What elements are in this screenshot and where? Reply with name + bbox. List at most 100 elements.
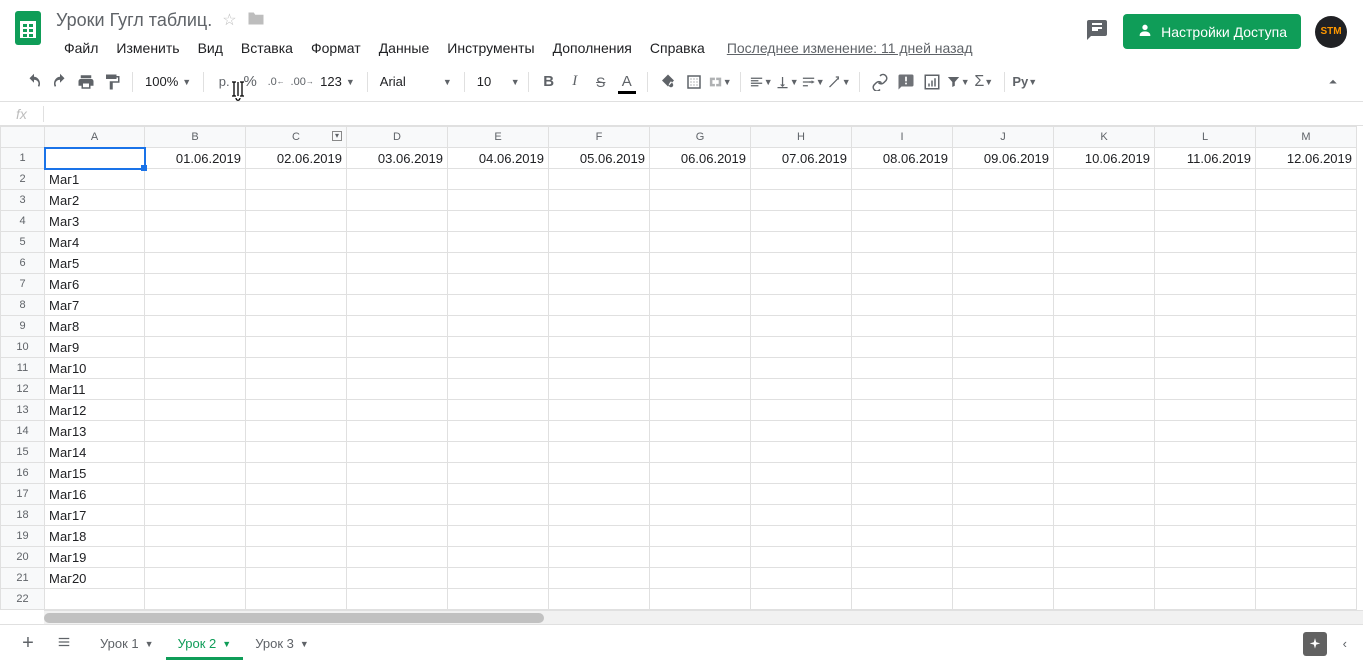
cell-A17[interactable]: Маг16: [45, 484, 145, 505]
cell-J2[interactable]: [953, 169, 1054, 190]
wrap-button[interactable]: ▼: [801, 69, 825, 95]
cell-G22[interactable]: [650, 589, 751, 610]
hscroll-thumb[interactable]: [44, 613, 544, 623]
cell-F20[interactable]: [549, 547, 650, 568]
col-header-D[interactable]: D: [347, 127, 448, 148]
cell-E5[interactable]: [448, 232, 549, 253]
cell-C17[interactable]: [246, 484, 347, 505]
row-header-19[interactable]: 19: [1, 526, 45, 547]
cell-E11[interactable]: [448, 358, 549, 379]
cell-G18[interactable]: [650, 505, 751, 526]
increase-decimal-button[interactable]: .00→: [290, 69, 314, 95]
cell-D5[interactable]: [347, 232, 448, 253]
cell-K16[interactable]: [1054, 463, 1155, 484]
cell-I8[interactable]: [852, 295, 953, 316]
cell-D22[interactable]: [347, 589, 448, 610]
cell-C1[interactable]: 02.06.2019: [246, 148, 347, 169]
cell-E15[interactable]: [448, 442, 549, 463]
cell-J21[interactable]: [953, 568, 1054, 589]
cell-K8[interactable]: [1054, 295, 1155, 316]
cell-J12[interactable]: [953, 379, 1054, 400]
cell-L15[interactable]: [1155, 442, 1256, 463]
cell-B2[interactable]: [145, 169, 246, 190]
cell-H17[interactable]: [751, 484, 852, 505]
cell-E19[interactable]: [448, 526, 549, 547]
cell-M15[interactable]: [1256, 442, 1357, 463]
cell-H5[interactable]: [751, 232, 852, 253]
cell-J6[interactable]: [953, 253, 1054, 274]
cell-F17[interactable]: [549, 484, 650, 505]
row-header-12[interactable]: 12: [1, 379, 45, 400]
chevron-down-icon[interactable]: ▼: [145, 639, 154, 649]
row-header-15[interactable]: 15: [1, 442, 45, 463]
cell-G12[interactable]: [650, 379, 751, 400]
cell-B20[interactable]: [145, 547, 246, 568]
cell-H19[interactable]: [751, 526, 852, 547]
cell-A12[interactable]: Маг11: [45, 379, 145, 400]
sheet-tab-1[interactable]: Урок 2▼: [166, 628, 244, 659]
cell-L11[interactable]: [1155, 358, 1256, 379]
cell-A13[interactable]: Маг12: [45, 400, 145, 421]
cell-I3[interactable]: [852, 190, 953, 211]
borders-button[interactable]: [682, 69, 706, 95]
cell-M10[interactable]: [1256, 337, 1357, 358]
cell-A10[interactable]: Маг9: [45, 337, 145, 358]
cell-A9[interactable]: Маг8: [45, 316, 145, 337]
cell-M22[interactable]: [1256, 589, 1357, 610]
cell-B18[interactable]: [145, 505, 246, 526]
cell-K18[interactable]: [1054, 505, 1155, 526]
cell-K9[interactable]: [1054, 316, 1155, 337]
cell-B7[interactable]: [145, 274, 246, 295]
cell-H7[interactable]: [751, 274, 852, 295]
cell-C9[interactable]: [246, 316, 347, 337]
cell-B15[interactable]: [145, 442, 246, 463]
doc-title[interactable]: Уроки Гугл таблиц.: [56, 10, 212, 31]
cell-D10[interactable]: [347, 337, 448, 358]
cell-D14[interactable]: [347, 421, 448, 442]
cell-M16[interactable]: [1256, 463, 1357, 484]
cell-B19[interactable]: [145, 526, 246, 547]
cell-F2[interactable]: [549, 169, 650, 190]
cell-F22[interactable]: [549, 589, 650, 610]
cell-D7[interactable]: [347, 274, 448, 295]
cell-M14[interactable]: [1256, 421, 1357, 442]
cell-A15[interactable]: Маг14: [45, 442, 145, 463]
cell-F6[interactable]: [549, 253, 650, 274]
cell-M12[interactable]: [1256, 379, 1357, 400]
cell-E1[interactable]: 04.06.2019: [448, 148, 549, 169]
cell-L22[interactable]: [1155, 589, 1256, 610]
comments-icon[interactable]: [1085, 18, 1109, 45]
cell-M5[interactable]: [1256, 232, 1357, 253]
cell-K22[interactable]: [1054, 589, 1155, 610]
last-edit-link[interactable]: Последнее изменение: 11 дней назад: [727, 40, 973, 56]
cell-K14[interactable]: [1054, 421, 1155, 442]
cell-H4[interactable]: [751, 211, 852, 232]
cell-L20[interactable]: [1155, 547, 1256, 568]
cell-F13[interactable]: [549, 400, 650, 421]
cell-C10[interactable]: [246, 337, 347, 358]
cell-A20[interactable]: Маг19: [45, 547, 145, 568]
cell-H9[interactable]: [751, 316, 852, 337]
col-header-G[interactable]: G: [650, 127, 751, 148]
input-tools-button[interactable]: Ру▼: [1013, 69, 1037, 95]
cell-J14[interactable]: [953, 421, 1054, 442]
cell-D19[interactable]: [347, 526, 448, 547]
row-header-3[interactable]: 3: [1, 190, 45, 211]
row-header-21[interactable]: 21: [1, 568, 45, 589]
cell-A14[interactable]: Маг13: [45, 421, 145, 442]
cell-F12[interactable]: [549, 379, 650, 400]
cell-A7[interactable]: Маг6: [45, 274, 145, 295]
cell-E12[interactable]: [448, 379, 549, 400]
cell-L21[interactable]: [1155, 568, 1256, 589]
cell-J9[interactable]: [953, 316, 1054, 337]
all-sheets-button[interactable]: [52, 635, 76, 652]
row-header-13[interactable]: 13: [1, 400, 45, 421]
cell-K6[interactable]: [1054, 253, 1155, 274]
cell-A6[interactable]: Маг5: [45, 253, 145, 274]
cell-L7[interactable]: [1155, 274, 1256, 295]
col-header-K[interactable]: K: [1054, 127, 1155, 148]
cell-K19[interactable]: [1054, 526, 1155, 547]
cell-I19[interactable]: [852, 526, 953, 547]
cell-F1[interactable]: 05.06.2019: [549, 148, 650, 169]
cell-F11[interactable]: [549, 358, 650, 379]
